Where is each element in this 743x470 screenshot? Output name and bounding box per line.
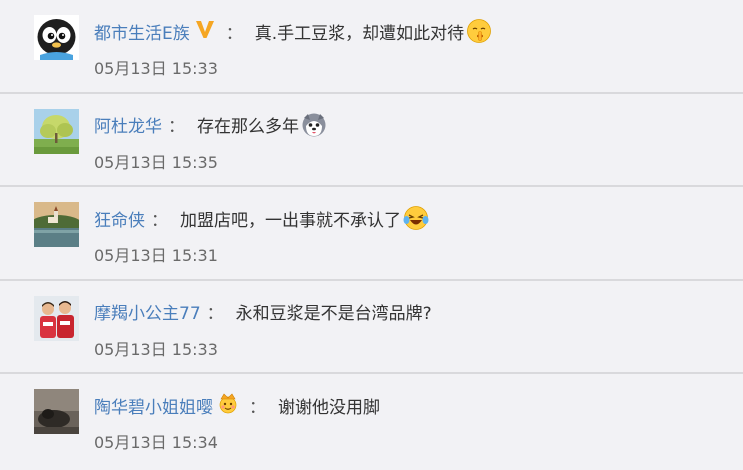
laughing-tears-emoji-icon bbox=[403, 205, 429, 231]
comment-timestamp: 05月13日 15:35 bbox=[94, 152, 218, 172]
comment-line: 阿杜龙华 ： 存在那么多年 bbox=[94, 111, 327, 139]
comment-text: 真.手工豆浆，却遭如此对待 bbox=[254, 23, 465, 44]
comment-item: 陶华碧小姐姐嘤 ： 谢谢他没用脚 05月13日 15:34 bbox=[0, 374, 743, 468]
lake-church-avatar[interactable] bbox=[34, 202, 79, 247]
comment-text: 加盟店吧，一出事就不承认了 bbox=[180, 210, 401, 231]
comment-timestamp: 05月13日 15:33 bbox=[94, 59, 218, 78]
username-link[interactable]: 都市生活E族 bbox=[94, 19, 190, 44]
comment-timestamp: 05月13日 15:31 bbox=[94, 246, 218, 265]
separator: ： bbox=[206, 304, 224, 324]
separator: ： bbox=[225, 23, 243, 44]
dark-photo-avatar[interactable] bbox=[34, 389, 79, 434]
comment-timestamp: 05月13日 15:34 bbox=[94, 433, 218, 452]
separator: ： bbox=[151, 210, 168, 231]
comment-timestamp: 05月13日 15:33 bbox=[94, 339, 218, 359]
username-link[interactable]: 狂命侠 bbox=[94, 206, 145, 231]
username-link[interactable]: 陶华碧小姐姐嘤 bbox=[94, 393, 213, 418]
comment-item: 都市生活E族 ： 真.手工豆浆，却遭如此对待 05月13日 15:33 bbox=[0, 0, 743, 94]
username-link[interactable]: 阿杜龙华 bbox=[94, 112, 162, 137]
comment-text: 存在那么多年 bbox=[197, 117, 299, 137]
comment-list: 都市生活E族 ： 真.手工豆浆，却遭如此对待 05月13日 15:33 阿杜龙华… bbox=[0, 0, 743, 468]
comment-line: 都市生活E族 ： 真.手工豆浆，却遭如此对待 bbox=[94, 17, 492, 45]
comment-text: 谢谢他没用脚 bbox=[278, 397, 380, 418]
crown-badge-icon[interactable] bbox=[217, 392, 243, 418]
comment-text: 永和豆浆是不是台湾品牌? bbox=[235, 304, 432, 324]
penguin-avatar[interactable] bbox=[34, 15, 79, 60]
separator: ： bbox=[249, 397, 266, 418]
husky-dog-emoji-icon bbox=[301, 112, 327, 138]
comment-line: 陶华碧小姐姐嘤 ： 谢谢他没用脚 bbox=[94, 391, 380, 419]
verified-v-badge-icon[interactable] bbox=[194, 18, 220, 44]
comment-item: 阿杜龙华 ： 存在那么多年 05月13日 15:35 bbox=[0, 94, 743, 187]
tree-landscape-avatar[interactable] bbox=[34, 108, 79, 154]
comment-item: 狂命侠 ： 加盟店吧，一出事就不承认了 05月13日 15:31 bbox=[0, 187, 743, 281]
shushing-face-emoji-icon bbox=[466, 18, 492, 44]
athletes-avatar[interactable] bbox=[34, 295, 79, 341]
separator: ： bbox=[168, 117, 185, 137]
comment-line: 摩羯小公主77 ： 永和豆浆是不是台湾品牌? bbox=[94, 298, 432, 326]
comment-line: 狂命侠 ： 加盟店吧，一出事就不承认了 bbox=[94, 204, 429, 232]
username-link[interactable]: 摩羯小公主77 bbox=[94, 299, 201, 324]
comment-item: 摩羯小公主77 ： 永和豆浆是不是台湾品牌? 05月13日 15:33 bbox=[0, 281, 743, 374]
